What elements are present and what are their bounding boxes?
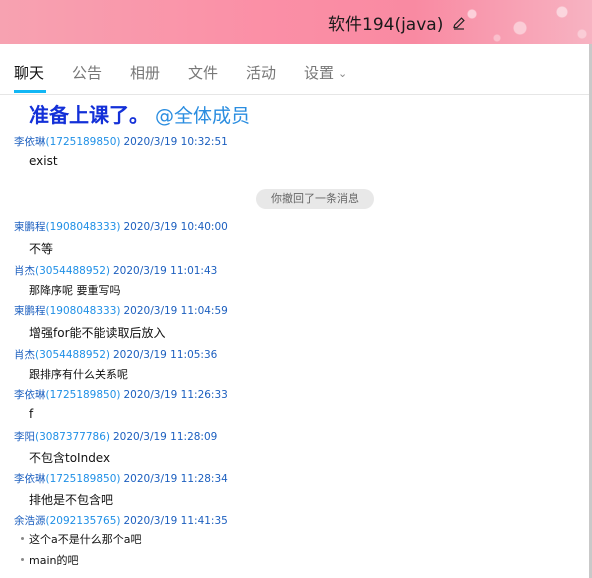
message-header: 李依琳(1725189850) 2020/3/19 11:26:33 xyxy=(14,387,228,402)
message-text: 不包含toIndex xyxy=(29,451,111,465)
sender-qq: (2092135765) xyxy=(45,515,121,527)
message-time: 2020/3/19 11:05:36 xyxy=(113,349,218,361)
bullet-dot xyxy=(21,537,24,540)
tab-album[interactable]: 相册 xyxy=(130,62,160,83)
message-text: 排他是不包含吧 xyxy=(29,493,114,507)
sender-qq: (3054488952) xyxy=(35,349,110,361)
bullet-dot xyxy=(21,558,24,561)
message-header: 肖杰(3054488952) 2020/3/19 11:05:36 xyxy=(14,347,217,362)
title-group: 软件194(java) xyxy=(328,10,467,35)
chevron-down-icon: ⌄ xyxy=(338,67,348,80)
message-time: 2020/3/19 11:26:33 xyxy=(123,389,228,401)
window-title: 软件194(java) xyxy=(328,15,444,35)
sender-qq: (1908048333) xyxy=(45,305,121,317)
message-header: 肖杰(3054488952) 2020/3/19 11:01:43 xyxy=(14,263,217,278)
sender-name[interactable]: 柬鹏程 xyxy=(14,221,46,233)
message-text: main的吧 xyxy=(29,554,79,567)
tab-bar: 聊天 公告 相册 文件 活动 设置 ⌄ xyxy=(0,44,589,95)
message-text-bold: 准备上课了。 xyxy=(29,103,149,127)
sender-name[interactable]: 肖杰 xyxy=(14,265,35,277)
sender-name[interactable]: 余浩源 xyxy=(14,515,46,527)
sender-qq: (1725189850) xyxy=(45,389,121,401)
sender-qq: (3054488952) xyxy=(35,265,110,277)
sender-qq: (1725189850) xyxy=(45,473,121,485)
message-text: 不等 xyxy=(29,242,54,256)
sender-name[interactable]: 李依琳 xyxy=(14,136,46,148)
mention-all[interactable]: @全体成员 xyxy=(155,105,250,127)
message-text: 这个a不是什么那个a吧 xyxy=(29,533,142,546)
message-time: 2020/3/19 11:01:43 xyxy=(113,265,218,277)
tab-announcement[interactable]: 公告 xyxy=(72,62,102,83)
message-header: 李依琳(1725189850) 2020/3/19 11:28:34 xyxy=(14,471,228,486)
tab-settings-label: 设置 xyxy=(304,64,335,82)
message-header: 余浩源(2092135765) 2020/3/19 11:41:35 xyxy=(14,513,228,528)
tab-files[interactable]: 文件 xyxy=(188,62,218,83)
edit-icon[interactable] xyxy=(451,15,467,31)
message-text: 增强for能不能读取后放入 xyxy=(29,326,166,340)
sender-qq: (1725189850) xyxy=(45,136,121,148)
message-text: exist xyxy=(29,154,58,168)
top-message: 准备上课了。 @全体成员 xyxy=(29,99,250,128)
message-header: 柬鹏程(1908048333) 2020/3/19 11:04:59 xyxy=(14,303,228,318)
tab-chat[interactable]: 聊天 xyxy=(14,62,44,83)
recall-notice: 你撤回了一条消息 xyxy=(256,189,374,209)
title-bar: 软件194(java) xyxy=(0,0,592,44)
message-header: 柬鹏程(1908048333) 2020/3/19 10:40:00 xyxy=(14,219,228,234)
tab-activity[interactable]: 活动 xyxy=(246,62,276,83)
sender-qq: (1908048333) xyxy=(45,221,121,233)
message-time: 2020/3/19 11:28:09 xyxy=(113,431,218,443)
sender-qq: (3087377786) xyxy=(35,431,110,443)
message-time: 2020/3/19 11:41:35 xyxy=(123,515,228,527)
message-header: 李依琳(1725189850) 2020/3/19 10:32:51 xyxy=(14,134,228,149)
message-time: 2020/3/19 11:04:59 xyxy=(123,305,228,317)
sender-name[interactable]: 李依琳 xyxy=(14,389,46,401)
sender-name[interactable]: 肖杰 xyxy=(14,349,35,361)
message-time: 2020/3/19 10:32:51 xyxy=(123,136,228,148)
sender-name[interactable]: 李依琳 xyxy=(14,473,46,485)
message-time: 2020/3/19 10:40:00 xyxy=(123,221,228,233)
message-text: f xyxy=(29,407,34,421)
message-time: 2020/3/19 11:28:34 xyxy=(123,473,228,485)
message-text: 那降序呢 要重写吗 xyxy=(29,284,121,297)
chat-history[interactable]: 准备上课了。 @全体成员 李依琳(1725189850) 2020/3/19 10:… xyxy=(0,95,589,578)
active-tab-indicator xyxy=(14,90,46,93)
sender-name[interactable]: 李阳 xyxy=(14,431,35,443)
message-text: 跟排序有什么关系呢 xyxy=(29,368,128,381)
tab-settings[interactable]: 设置 ⌄ xyxy=(304,62,347,83)
message-header: 李阳(3087377786) 2020/3/19 11:28:09 xyxy=(14,429,217,444)
sender-name[interactable]: 柬鹏程 xyxy=(14,305,46,317)
